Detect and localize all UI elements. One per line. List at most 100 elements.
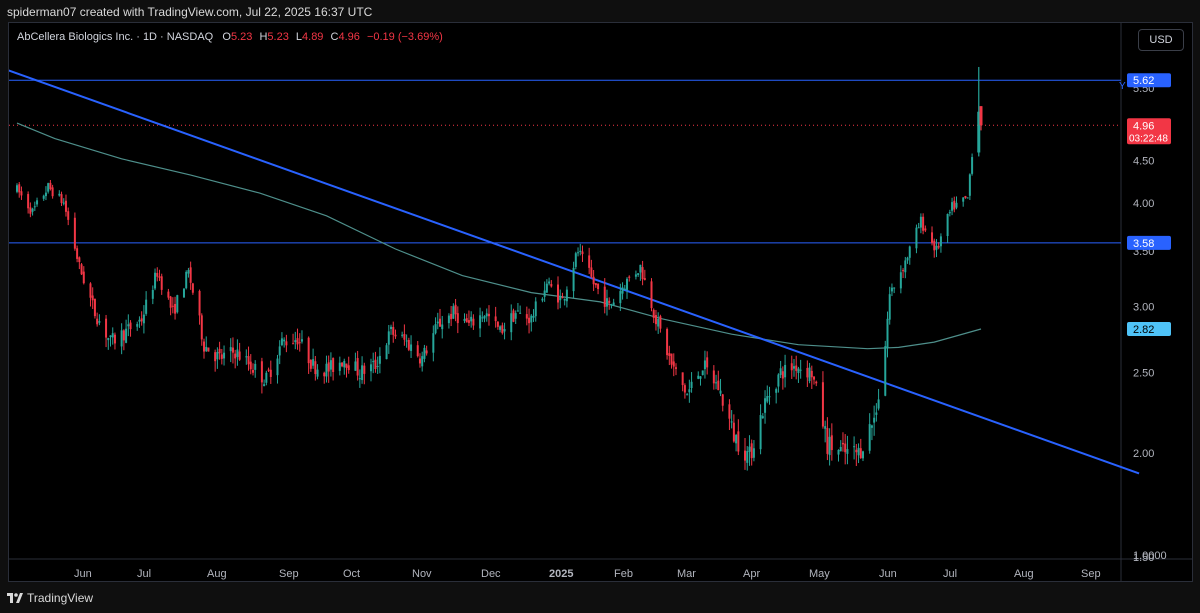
candle-body (781, 371, 784, 379)
candle-body (964, 196, 967, 198)
price-label-text: 2.82 (1133, 324, 1154, 336)
candle-body (841, 442, 844, 445)
candle-body (64, 200, 67, 212)
x-tick-label: Sep (1081, 568, 1101, 580)
x-tick-label: 2025 (549, 568, 573, 580)
candle-body (450, 313, 453, 320)
candle-body (837, 449, 840, 455)
candle-body (467, 320, 470, 323)
candle-body (358, 378, 361, 380)
candle-body (345, 363, 348, 368)
candle-body (127, 324, 130, 327)
candle-body (29, 207, 32, 214)
candle-body (931, 232, 934, 244)
candle-body (436, 321, 439, 324)
candle-body (728, 404, 731, 419)
candle-body (574, 253, 577, 267)
price-chart[interactable]: 5.505.004.504.003.503.002.502.001.501.00… (9, 23, 1193, 582)
low-value: 4.89 (302, 31, 324, 43)
candle-body (216, 352, 219, 360)
candle-body (107, 337, 110, 341)
candle-body (387, 331, 390, 345)
candle-body (594, 283, 597, 286)
candle-body (870, 425, 873, 428)
candle-body (425, 350, 428, 354)
candle-body (329, 360, 332, 370)
x-tick-label: Jul (943, 568, 957, 580)
candle-body (189, 267, 192, 283)
candle-body (47, 183, 50, 192)
candle-body (191, 283, 194, 293)
candle-body (759, 415, 762, 450)
y-tick-label: 4.50 (1133, 155, 1154, 167)
candle-body (254, 363, 257, 370)
candle-body (813, 376, 816, 380)
candle-body (712, 370, 715, 384)
candle-body (82, 271, 85, 284)
candle-body (285, 341, 288, 346)
candle-body (369, 364, 372, 372)
candle-body (416, 345, 419, 357)
candle-body (465, 318, 468, 323)
candle-body (236, 349, 239, 357)
candle-body (58, 193, 61, 196)
candle-body (260, 361, 263, 383)
candle-body (151, 290, 154, 299)
candle-body (766, 396, 769, 402)
candle-body (309, 359, 312, 369)
candle-body (528, 317, 531, 324)
candle-body (452, 306, 455, 319)
candle-body (654, 315, 657, 325)
candle-body (343, 360, 346, 368)
annotation-label: Y (1119, 81, 1126, 92)
candle-body (605, 298, 608, 307)
candle-body (670, 353, 673, 365)
candle-body (830, 435, 833, 451)
footer: TradingView (0, 583, 1200, 613)
candle-body (550, 283, 553, 287)
candle-body (182, 288, 185, 298)
candle-body (752, 448, 755, 458)
candle-body (886, 318, 889, 348)
x-tick-label: Oct (343, 568, 360, 580)
price-label-text: 4.96 (1133, 120, 1154, 132)
candle-body (792, 366, 795, 369)
candle-body (418, 358, 421, 364)
currency-button[interactable]: USD (1138, 29, 1184, 51)
chart-pane[interactable]: 5.505.004.504.003.503.002.502.001.501.00… (8, 22, 1193, 582)
countdown-label-text: 03:22:48 (1129, 133, 1168, 144)
candle-body (200, 315, 203, 340)
candle-body (799, 369, 802, 371)
candle-body (572, 267, 575, 292)
candle-body (205, 346, 208, 352)
candle-body (592, 276, 595, 285)
candle-body (514, 313, 517, 319)
candle-body (198, 290, 201, 316)
candle-body (768, 396, 771, 398)
candle-body (824, 426, 827, 429)
y-tick-label: 3.00 (1133, 302, 1154, 314)
candle-body (125, 328, 128, 343)
candle-body (877, 399, 880, 409)
candle-body (280, 338, 283, 346)
candle-body (719, 390, 722, 394)
candle-body (937, 246, 940, 248)
candle-body (634, 274, 637, 277)
candle-body (456, 313, 459, 324)
candle-body (76, 248, 79, 259)
candle-body (36, 200, 39, 205)
candle-body (160, 276, 163, 290)
candle-body (962, 197, 965, 202)
candle-body (561, 297, 564, 299)
candle-body (902, 270, 905, 272)
candle-body (89, 283, 92, 298)
candle-body (376, 366, 379, 368)
candle-body (703, 360, 706, 370)
x-tick-label: Sep (279, 568, 299, 580)
x-tick-label: Aug (1014, 568, 1034, 580)
candle-body (109, 335, 112, 337)
candle-body (234, 353, 237, 359)
moving-average-line (16, 122, 982, 350)
candle-body (545, 283, 548, 293)
candle-body (314, 361, 317, 375)
